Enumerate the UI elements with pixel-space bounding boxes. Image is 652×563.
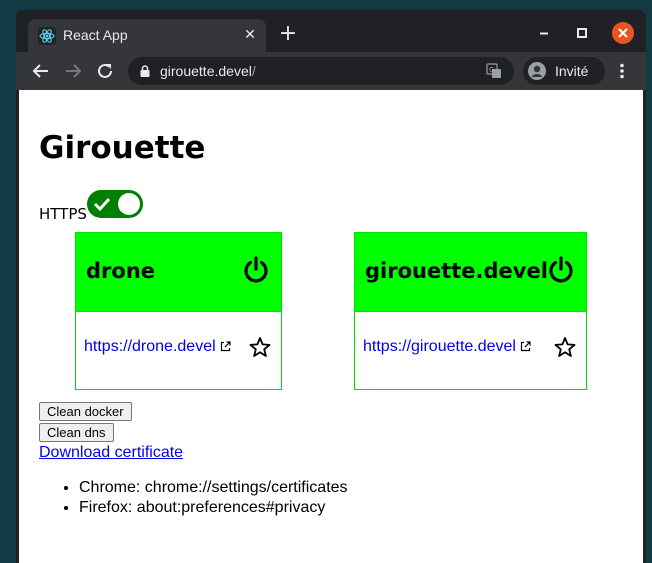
help-list: Chrome: chrome://settings/certificates F… [79,478,348,518]
svg-text:G: G [489,66,494,74]
maximize-icon[interactable] [571,22,593,44]
browser-window: React App ✕ + girouette.devel/ G Invité … [16,10,646,563]
star-icon[interactable] [554,336,576,358]
external-link-icon [220,341,231,352]
external-link-icon [520,341,531,352]
power-icon[interactable] [241,255,271,285]
address-bar[interactable]: girouette.devel/ G [128,57,514,85]
list-item: Firefox: about:preferences#privacy [79,498,348,518]
react-logo-icon [38,27,56,45]
clean-dns-button[interactable]: Clean dns [39,423,114,442]
avatar-icon [528,62,546,80]
window-close-icon[interactable] [612,22,634,44]
download-certificate-link[interactable]: Download certificate [39,444,183,462]
card-link[interactable]: https://drone.devel [84,338,231,356]
translate-icon[interactable]: G [486,63,502,79]
minimize-icon[interactable] [533,22,555,44]
https-toggle[interactable] [87,190,143,218]
new-tab-plus-icon[interactable]: + [278,23,298,45]
card-body: https://girouette.devel [355,311,586,391]
https-label: HTTPS [39,205,87,223]
profile-button[interactable]: Invité [523,57,605,85]
service-card-girouette: girouette.devel https://girouette.devel [354,232,587,390]
back-arrow-icon[interactable] [30,60,52,82]
clean-docker-button[interactable]: Clean docker [39,402,132,421]
star-icon[interactable] [249,336,271,358]
forward-arrow-icon[interactable] [62,60,84,82]
profile-label: Invité [555,63,589,79]
page-title: Girouette [39,130,206,166]
page-content: Girouette HTTPS drone https://drone.deve… [19,90,643,563]
card-header: girouette.devel [355,233,586,311]
reload-icon[interactable] [94,60,116,82]
tab-close-icon[interactable]: ✕ [242,27,258,43]
card-body: https://drone.devel [76,311,281,391]
service-card-drone: drone https://drone.devel [75,232,282,390]
browser-toolbar: girouette.devel/ G Invité [16,52,646,90]
lock-icon [140,65,150,77]
url-text: girouette.devel/ [160,63,256,79]
checkmark-icon [93,197,111,212]
tab-title: React App [63,27,128,43]
card-link[interactable]: https://girouette.devel [363,338,531,356]
list-item: Chrome: chrome://settings/certificates [79,478,348,498]
power-icon[interactable] [546,255,576,285]
toggle-knob [118,193,140,215]
tab-strip: React App ✕ + [16,10,646,53]
tab-react-app[interactable]: React App ✕ [28,19,266,53]
card-header: drone [76,233,281,311]
card-name: girouette.devel [365,259,548,283]
card-name: drone [86,259,156,283]
kebab-menu-icon[interactable] [612,61,632,81]
